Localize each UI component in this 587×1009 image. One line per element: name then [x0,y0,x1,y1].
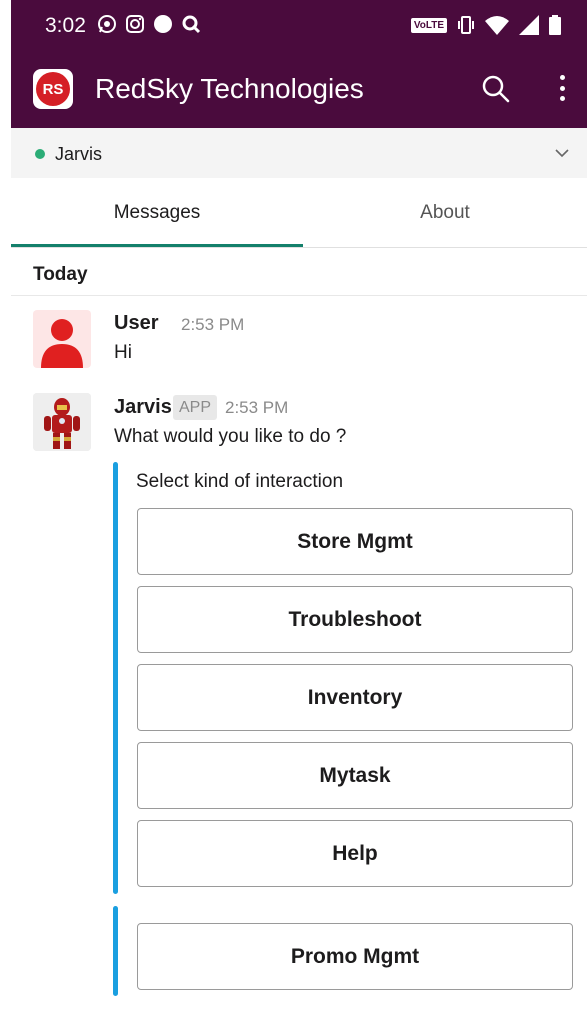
channel-name: Jarvis [55,144,103,164]
status-bar: 3:02 VoLTE [11,0,587,48]
divider-line [11,295,587,296]
message-time: 2:53 PM [225,398,289,417]
promo-mgmt-button[interactable]: Promo Mgmt [137,923,573,990]
whatsapp-icon [98,15,116,33]
vibrate-icon [458,16,474,34]
tab-messages[interactable]: Messages [11,178,303,248]
attachment-accent-bar [113,906,118,996]
user-avatar[interactable] [33,310,91,368]
bot-avatar[interactable] [33,393,91,451]
notification-icons [97,14,201,34]
day-divider: Today [33,264,88,285]
mytask-button[interactable]: Mytask [137,742,573,809]
message-sender[interactable]: Jarvis [114,396,172,419]
tab-about[interactable]: About [303,178,587,248]
ironman-avatar [33,393,91,451]
active-tab-indicator [11,244,303,247]
help-button[interactable]: Help [137,820,573,887]
app-bar: RS RedSky Technologies [11,48,587,128]
message-text: What would you like to do ? [114,426,347,447]
logo-mark: RS [36,72,70,106]
dot-icon [559,85,565,91]
presence-indicator [35,149,45,159]
channel-header[interactable]: Jarvis [11,128,587,178]
q-icon [182,15,201,34]
troubleshoot-button[interactable]: Troubleshoot [137,586,573,653]
status-time: 3:02 [45,14,86,37]
message-text: Hi [114,342,132,363]
message-time: 2:53 PM [181,315,245,334]
dot-icon [559,75,565,80]
volte-badge: VoLTE [410,17,447,33]
chevron-down-icon[interactable] [555,146,569,160]
app-badge: APP [173,395,218,420]
attachment-prompt: Select kind of interaction [136,471,344,492]
user-avatar-icon [41,319,83,368]
wifi-icon [485,16,509,35]
system-icons: VoLTE [410,15,561,35]
signal-icon [519,15,539,35]
battery-icon [549,15,561,35]
search-button[interactable] [481,74,511,104]
instagram-icon [126,15,144,33]
message-sender[interactable]: User [114,312,158,335]
circle-icon [154,15,172,33]
workspace-logo[interactable]: RS [33,69,73,109]
workspace-title: RedSky Technologies [95,73,364,104]
attachment-accent-bar [113,462,118,894]
dot-icon [559,96,565,101]
app-screen: 3:02 VoLTE RS RedSky Technologies Jarvis… [11,0,587,1009]
store-mgmt-button[interactable]: Store Mgmt [137,508,573,575]
inventory-button[interactable]: Inventory [137,664,573,731]
search-icon [482,75,510,103]
more-options-button[interactable] [551,72,573,104]
tab-bar: Messages About [11,178,587,248]
